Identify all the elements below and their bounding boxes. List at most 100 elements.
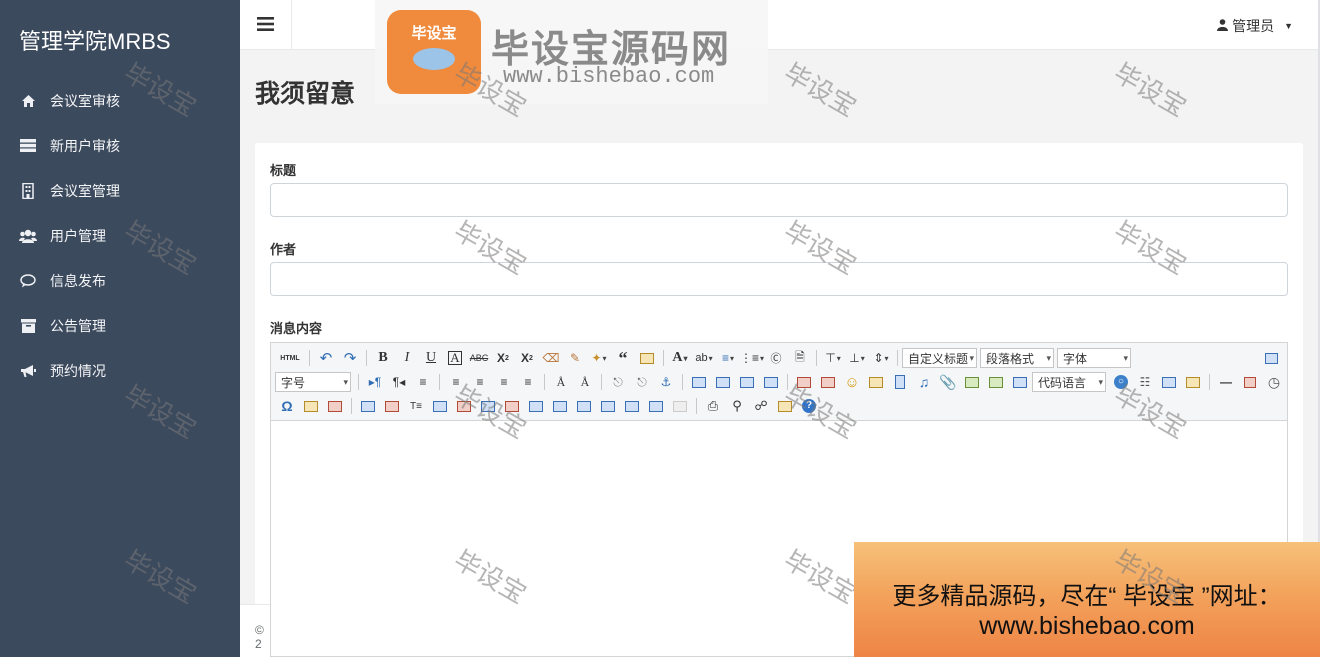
gmap-icon[interactable]: [984, 371, 1008, 393]
date-icon[interactable]: [1238, 371, 1262, 393]
sidebar-item-meeting-room-review[interactable]: 会议室审核: [0, 78, 240, 123]
italic-icon[interactable]: I: [395, 347, 419, 369]
merge-right-icon[interactable]: [548, 395, 572, 417]
sidebar-item-user-management[interactable]: 用户管理: [0, 213, 240, 258]
title-input[interactable]: [270, 183, 1288, 217]
promo-banner[interactable]: 更多精品源码，尽在“ 毕设宝 ”网址： www.bishebao.com: [854, 542, 1320, 657]
underline-icon[interactable]: U: [419, 347, 443, 369]
merge-down-icon[interactable]: [572, 395, 596, 417]
image-none-icon[interactable]: [687, 371, 711, 393]
unlink-icon[interactable]: ⎋: [630, 371, 654, 393]
font-size-select[interactable]: 字号: [275, 372, 351, 392]
merge-cells-icon[interactable]: [524, 395, 548, 417]
clear-doc-icon[interactable]: 🗎: [788, 347, 812, 369]
insert-image-icon[interactable]: [816, 371, 840, 393]
map-icon[interactable]: [960, 371, 984, 393]
sidebar-item-meeting-room-management[interactable]: 会议室管理: [0, 168, 240, 213]
insert-paragraph-before-table-icon[interactable]: T≡: [404, 395, 428, 417]
paste-plain-icon[interactable]: [635, 347, 659, 369]
strikethrough-icon[interactable]: ABC: [467, 347, 491, 369]
uppercase-icon[interactable]: Å: [549, 371, 573, 393]
image-left-icon[interactable]: [711, 371, 735, 393]
user-menu[interactable]: 管理员 ▼: [1217, 16, 1293, 36]
rtl-icon[interactable]: ¶◂: [387, 371, 411, 393]
wordimage-icon[interactable]: [299, 395, 323, 417]
help-icon[interactable]: ?: [797, 395, 821, 417]
insert-table-icon[interactable]: [356, 395, 380, 417]
subscript-icon[interactable]: X2: [515, 347, 539, 369]
undo-icon[interactable]: ↶: [314, 347, 338, 369]
time-icon[interactable]: ◷: [1262, 371, 1286, 393]
sidebar-item-booking-status[interactable]: 预约情况: [0, 348, 240, 393]
split-to-cells-icon[interactable]: [596, 395, 620, 417]
author-input[interactable]: [270, 262, 1288, 296]
insert-frame-icon[interactable]: [1008, 371, 1032, 393]
eraser-icon[interactable]: ⌫: [539, 347, 563, 369]
music-icon[interactable]: ♫: [912, 371, 936, 393]
app-brand[interactable]: 管理学院MRBS: [0, 0, 240, 78]
emotion-icon[interactable]: ☺: [840, 371, 864, 393]
split-to-cols-icon[interactable]: [644, 395, 668, 417]
insert-video-icon[interactable]: [888, 371, 912, 393]
menu-toggle-button[interactable]: [240, 0, 292, 50]
insert-col-icon[interactable]: [476, 395, 500, 417]
preview-icon[interactable]: ⚲: [725, 395, 749, 417]
highlight-color-icon[interactable]: ab: [692, 347, 716, 369]
image-center-icon[interactable]: [759, 371, 783, 393]
insert-row-icon[interactable]: [428, 395, 452, 417]
search-replace-icon[interactable]: ☍: [749, 395, 773, 417]
blockquote-icon[interactable]: “: [611, 347, 635, 369]
font-color-icon[interactable]: A: [668, 347, 692, 369]
delete-row-icon[interactable]: [452, 395, 476, 417]
bold-icon[interactable]: B: [371, 347, 395, 369]
page-break-icon[interactable]: ☷: [1133, 371, 1157, 393]
drafts-icon[interactable]: [773, 395, 797, 417]
ltr-icon[interactable]: ▸¶: [363, 371, 387, 393]
line-height-icon[interactable]: ⇕: [869, 347, 893, 369]
align-justify-icon[interactable]: ≡: [516, 371, 540, 393]
scrawl-icon[interactable]: [864, 371, 888, 393]
lowercase-icon[interactable]: Å: [573, 371, 597, 393]
row-spacing-bottom-icon[interactable]: ⊥: [845, 347, 869, 369]
indent-icon[interactable]: ≡: [411, 371, 435, 393]
html-source-button[interactable]: HTML: [275, 347, 305, 369]
attachment-icon[interactable]: 📎: [936, 371, 960, 393]
unordered-list-icon[interactable]: ⋮≡: [740, 347, 764, 369]
font-family-select[interactable]: 字体: [1057, 348, 1131, 368]
delete-col-icon[interactable]: [500, 395, 524, 417]
sidebar-item-notice-management[interactable]: 公告管理: [0, 303, 240, 348]
chart-icon[interactable]: [668, 395, 692, 417]
spechars-icon[interactable]: [323, 395, 347, 417]
auto-format-icon[interactable]: ✦: [587, 347, 611, 369]
delete-table-icon[interactable]: [380, 395, 404, 417]
align-right-icon[interactable]: ≡: [492, 371, 516, 393]
sidebar-item-new-user-review[interactable]: 新用户审核: [0, 123, 240, 168]
paragraph-format-select[interactable]: 段落格式: [980, 348, 1054, 368]
redo-icon[interactable]: ↷: [338, 347, 362, 369]
image-right-icon[interactable]: [735, 371, 759, 393]
anchor-icon[interactable]: ⚓: [654, 371, 678, 393]
ordered-list-icon[interactable]: ≡: [716, 347, 740, 369]
simple-upload-icon[interactable]: [792, 371, 816, 393]
link-icon[interactable]: ⎋: [606, 371, 630, 393]
row-spacing-top-icon[interactable]: ⊤: [821, 347, 845, 369]
special-chars-icon[interactable]: Ω: [275, 395, 299, 417]
print-icon[interactable]: ⎙: [701, 395, 725, 417]
web-search-icon[interactable]: ○: [1109, 371, 1133, 393]
superscript-icon[interactable]: X2: [491, 347, 515, 369]
paragraph-format-select-value: 段落格式: [986, 351, 1035, 366]
format-brush-icon[interactable]: ✎: [563, 347, 587, 369]
code-language-select[interactable]: 代码语言: [1032, 372, 1106, 392]
building-icon: [19, 182, 37, 200]
align-center-icon[interactable]: ≡: [468, 371, 492, 393]
background-icon[interactable]: [1157, 371, 1181, 393]
align-left-icon[interactable]: ≡: [444, 371, 468, 393]
select-all-icon[interactable]: Ⓒ: [764, 347, 788, 369]
horizontal-rule-icon[interactable]: —: [1214, 371, 1238, 393]
split-to-rows-icon[interactable]: [620, 395, 644, 417]
fullscreen-icon[interactable]: [1259, 347, 1283, 369]
font-border-icon[interactable]: A: [443, 347, 467, 369]
sidebar-item-info-publish[interactable]: 信息发布: [0, 258, 240, 303]
template-icon[interactable]: [1181, 371, 1205, 393]
custom-title-select[interactable]: 自定义标题: [902, 348, 977, 368]
